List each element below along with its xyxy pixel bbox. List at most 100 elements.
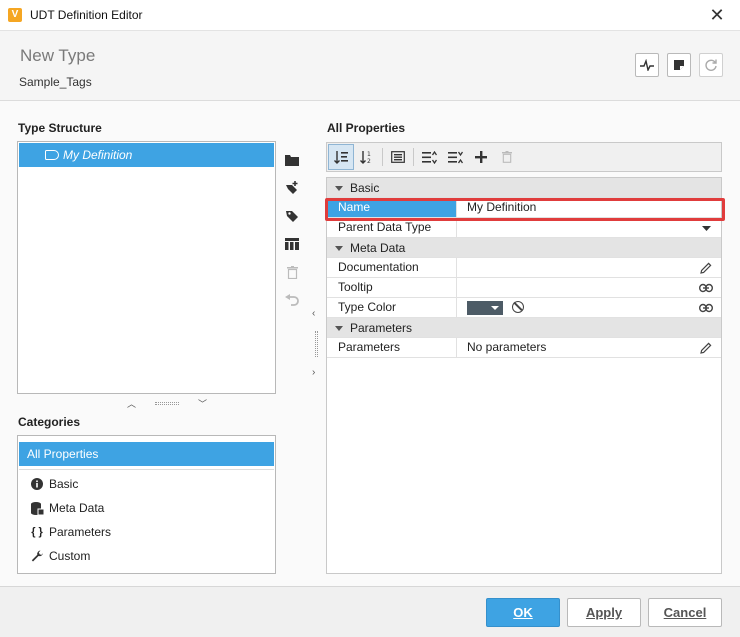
collapse-triangle-icon[interactable] — [335, 246, 343, 251]
categories-label: Categories — [18, 415, 81, 429]
pulse-icon — [640, 59, 654, 71]
notes-button[interactable] — [667, 53, 691, 77]
category-divider — [19, 469, 274, 470]
title-bar: V UDT Definition Editor ✕ — [0, 0, 740, 31]
property-key: Name — [327, 198, 457, 217]
category-basic[interactable]: Basic — [30, 474, 78, 494]
type-structure-tree[interactable]: My Definition — [17, 141, 276, 394]
toolbar-separator — [413, 148, 414, 166]
property-row-parameters[interactable]: Parameters No parameters — [327, 338, 721, 358]
category-all-properties[interactable]: All Properties — [19, 442, 274, 466]
link-icon[interactable] — [699, 281, 713, 295]
sort-alpha-icon: 12 — [360, 151, 371, 164]
group-parameters-header[interactable]: Parameters — [327, 318, 721, 338]
expand-all-button[interactable] — [416, 144, 442, 170]
collapse-all-icon — [447, 151, 463, 163]
property-row-documentation[interactable]: Documentation — [327, 258, 721, 278]
folder-icon — [285, 155, 299, 166]
group-label: Parameters — [350, 321, 413, 335]
show-description-button[interactable] — [385, 144, 411, 170]
type-name-title: New Type — [20, 46, 96, 65]
dialog-footer: OK Apply Cancel — [0, 586, 740, 637]
property-key: Type Color — [327, 298, 457, 317]
svg-text:2: 2 — [367, 158, 371, 164]
documentation-value-field[interactable] — [458, 258, 721, 277]
sort-categorized-button[interactable] — [328, 144, 354, 170]
parent-data-type-dropdown[interactable] — [458, 218, 721, 237]
window-close-button[interactable]: ✕ — [694, 0, 740, 31]
dropdown-arrow-icon[interactable] — [699, 221, 713, 235]
property-grid: Basic Name My Definition Parent Data Typ… — [326, 177, 722, 574]
trash-icon — [286, 265, 298, 279]
property-key: Documentation — [327, 258, 457, 277]
splitter-grip[interactable] — [155, 401, 179, 405]
category-meta-data[interactable]: Meta Data — [30, 498, 104, 518]
remove-property-button[interactable] — [494, 144, 520, 170]
parameters-value[interactable]: No parameters — [458, 338, 721, 357]
cancel-button[interactable]: Cancel — [648, 598, 722, 627]
property-key: Parameters — [327, 338, 457, 357]
list-box-icon — [391, 151, 405, 163]
info-icon — [30, 477, 44, 491]
diagnostics-button[interactable] — [635, 53, 659, 77]
tag-provider-label: Sample_Tags — [19, 75, 92, 89]
add-member-tag-button[interactable] — [282, 202, 302, 230]
vertical-splitter[interactable]: ‹ › — [310, 301, 324, 381]
link-icon[interactable] — [699, 301, 713, 315]
property-key: Tooltip — [327, 278, 457, 297]
tree-item-my-definition[interactable]: My Definition — [19, 143, 274, 167]
editor-body: Type Structure My Definition ︿ ﹀ Categor… — [0, 101, 740, 586]
properties-toolbar: 12 — [326, 142, 722, 172]
pencil-icon[interactable] — [699, 341, 713, 355]
all-properties-label: All Properties — [327, 121, 406, 135]
plus-icon — [475, 151, 487, 163]
group-label: Basic — [350, 181, 380, 195]
splitter-grip[interactable] — [315, 331, 318, 357]
property-row-parent-data-type[interactable]: Parent Data Type — [327, 218, 721, 238]
braces-icon: { } — [31, 526, 43, 538]
toolbar-separator — [382, 148, 383, 166]
group-meta-data-header[interactable]: Meta Data — [327, 238, 721, 258]
chevron-left-icon[interactable]: ‹ — [312, 308, 315, 319]
database-icon — [30, 501, 44, 515]
collapse-triangle-icon[interactable] — [335, 326, 343, 331]
property-row-name[interactable]: Name My Definition — [327, 198, 721, 218]
category-label: Meta Data — [49, 501, 105, 515]
tag-add-icon — [286, 181, 298, 194]
categories-list[interactable]: All Properties Basic Meta Data { } Param… — [17, 435, 276, 574]
property-row-tooltip[interactable]: Tooltip — [327, 278, 721, 298]
refresh-button[interactable] — [699, 53, 723, 77]
undo-button[interactable] — [282, 286, 302, 314]
delete-button[interactable] — [282, 258, 302, 286]
collapse-all-button[interactable] — [442, 144, 468, 170]
add-tag-button[interactable] — [282, 174, 302, 202]
expand-all-icon — [421, 150, 437, 164]
tree-item-label: My Definition — [63, 148, 133, 162]
chevron-right-icon[interactable]: › — [312, 367, 315, 378]
chevron-down-icon[interactable]: ﹀ — [198, 397, 207, 410]
name-value-field[interactable]: My Definition — [458, 198, 721, 217]
pencil-icon[interactable] — [699, 261, 713, 275]
refresh-icon — [705, 59, 717, 71]
window-title: UDT Definition Editor — [30, 8, 143, 22]
color-picker-swatch[interactable] — [467, 301, 503, 315]
apply-button[interactable]: Apply — [567, 598, 641, 627]
no-color-icon[interactable] — [512, 301, 524, 313]
add-folder-button[interactable] — [282, 146, 302, 174]
add-udt-instance-button[interactable] — [282, 230, 302, 258]
category-parameters[interactable]: { } Parameters — [30, 522, 111, 542]
wrench-icon — [30, 549, 44, 563]
add-property-button[interactable] — [468, 144, 494, 170]
trash-icon — [502, 151, 512, 163]
horizontal-splitter[interactable]: ︿ ﹀ — [127, 397, 207, 410]
property-row-type-color[interactable]: Type Color — [327, 298, 721, 318]
ok-button[interactable]: OK — [486, 598, 560, 627]
group-basic-header[interactable]: Basic — [327, 178, 721, 198]
tooltip-value-field[interactable] — [458, 278, 721, 297]
udt-tag-icon — [45, 150, 59, 160]
category-custom[interactable]: Custom — [30, 546, 90, 566]
chevron-up-icon[interactable]: ︿ — [127, 397, 136, 410]
tag-icon — [286, 211, 298, 222]
sort-alphabetical-button[interactable]: 12 — [354, 144, 380, 170]
collapse-triangle-icon[interactable] — [335, 186, 343, 191]
